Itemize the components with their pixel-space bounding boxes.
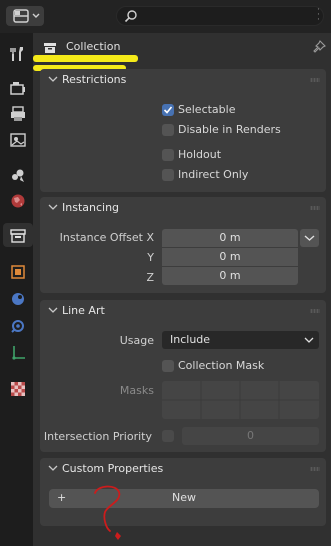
tab-scene[interactable]	[3, 162, 30, 186]
question-mark-scribble	[94, 485, 121, 540]
line-art-panel-header[interactable]: Line Art	[40, 300, 326, 322]
tab-physics[interactable]	[3, 313, 30, 337]
drag-grip-icon[interactable]	[310, 467, 320, 471]
offset-menu-button[interactable]	[300, 229, 319, 247]
drag-grip-icon[interactable]	[310, 78, 320, 82]
disable-renders-checkbox[interactable]	[162, 124, 174, 136]
holdout-checkbox[interactable]	[162, 149, 174, 161]
chevron-down-icon	[48, 465, 58, 471]
instance-offset-x-label: Instance Offset X	[59, 231, 154, 244]
indirect-only-label: Indirect Only	[178, 168, 249, 181]
physics-icon	[11, 320, 24, 333]
instance-offset-y-field[interactable]: 0 m	[162, 248, 298, 266]
intersection-priority-label: Intersection Priority	[43, 430, 152, 443]
scene-icon	[12, 169, 24, 182]
masks-label: Masks	[119, 384, 154, 397]
constraint-icon	[12, 346, 25, 360]
instance-offset-z-label: Z	[146, 271, 154, 284]
intersection-priority-field: 0	[182, 427, 319, 445]
instance-offset-y-label: Y	[147, 251, 154, 264]
chevron-down-icon	[304, 235, 315, 241]
collection-mask-checkbox[interactable]	[162, 360, 174, 372]
search-input[interactable]	[116, 6, 324, 26]
tab-render[interactable]	[3, 75, 30, 99]
drag-grip-icon[interactable]	[310, 206, 320, 210]
properties-editor-icon	[13, 9, 40, 23]
custom-properties-panel: Custom Properties + New	[40, 458, 326, 526]
editor-type-button[interactable]	[6, 6, 44, 26]
collection-icon	[10, 229, 26, 243]
tab-view-layer[interactable]	[3, 127, 30, 151]
indirect-only-checkbox[interactable]	[162, 169, 174, 181]
tab-collection[interactable]	[3, 223, 33, 247]
selectable-label: Selectable	[178, 103, 236, 116]
tab-texture[interactable]	[3, 376, 30, 400]
line-art-panel: Line Art Usage Include Collection Mask M…	[40, 300, 326, 452]
tool-icon	[10, 47, 23, 61]
holdout-label: Holdout	[178, 148, 222, 161]
texture-icon	[11, 382, 25, 396]
tab-world[interactable]	[3, 188, 30, 212]
tab-modifiers[interactable]	[3, 286, 30, 310]
chevron-down-icon	[304, 337, 314, 343]
drag-grip-icon[interactable]	[310, 309, 320, 313]
selectable-checkbox[interactable]	[162, 104, 174, 116]
top-bar: · · ·	[0, 0, 331, 33]
panel-title: Instancing	[62, 201, 120, 214]
pin-icon[interactable]	[312, 40, 326, 54]
collection-icon	[44, 43, 56, 53]
collection-mask-label: Collection Mask	[178, 359, 265, 372]
usage-value: Include	[170, 333, 211, 346]
instancing-panel: Instancing Instance Offset X 0 m Y 0 m Z…	[40, 197, 326, 293]
modifier-icon	[12, 293, 24, 305]
custom-properties-panel-header[interactable]: Custom Properties	[40, 458, 326, 480]
panel-title: Restrictions	[62, 73, 127, 86]
object-icon	[11, 265, 25, 279]
new-button-label: New	[172, 491, 196, 504]
tab-constraints[interactable]	[3, 340, 30, 364]
usage-select[interactable]: Include	[162, 331, 319, 349]
panel-title: Line Art	[62, 304, 105, 317]
disable-renders-label: Disable in Renders	[178, 123, 281, 136]
restrictions-panel: Restrictions Selectable Disable in Rende…	[40, 69, 326, 192]
render-icon	[10, 82, 25, 95]
panel-title: Custom Properties	[62, 462, 164, 475]
usage-label: Usage	[119, 334, 154, 347]
options-dots-icon[interactable]: · · ·	[317, 6, 320, 25]
checkmark-icon	[163, 106, 173, 114]
instancing-panel-header[interactable]: Instancing	[40, 197, 326, 219]
plus-icon: +	[57, 491, 67, 504]
search-icon	[124, 10, 137, 23]
chevron-down-icon	[48, 307, 58, 313]
intersection-priority-checkbox[interactable]	[162, 430, 174, 442]
instance-offset-x-field[interactable]: 0 m	[162, 229, 298, 247]
restrictions-panel-header[interactable]: Restrictions	[40, 69, 326, 91]
tab-object[interactable]	[3, 259, 30, 283]
chevron-down-icon	[48, 76, 58, 82]
chevron-down-icon	[48, 204, 58, 210]
highlight-scribble	[33, 55, 138, 62]
tab-output[interactable]	[3, 101, 30, 125]
world-icon	[11, 194, 25, 208]
tab-tool[interactable]	[3, 41, 30, 65]
masks-grid	[162, 381, 319, 419]
output-icon	[11, 106, 25, 121]
masks-grid-lines	[162, 381, 319, 419]
page-title: Collection	[66, 40, 121, 53]
view-layer-icon	[10, 133, 26, 147]
instance-offset-z-field[interactable]: 0 m	[162, 267, 298, 285]
properties-tab-strip	[0, 33, 33, 546]
